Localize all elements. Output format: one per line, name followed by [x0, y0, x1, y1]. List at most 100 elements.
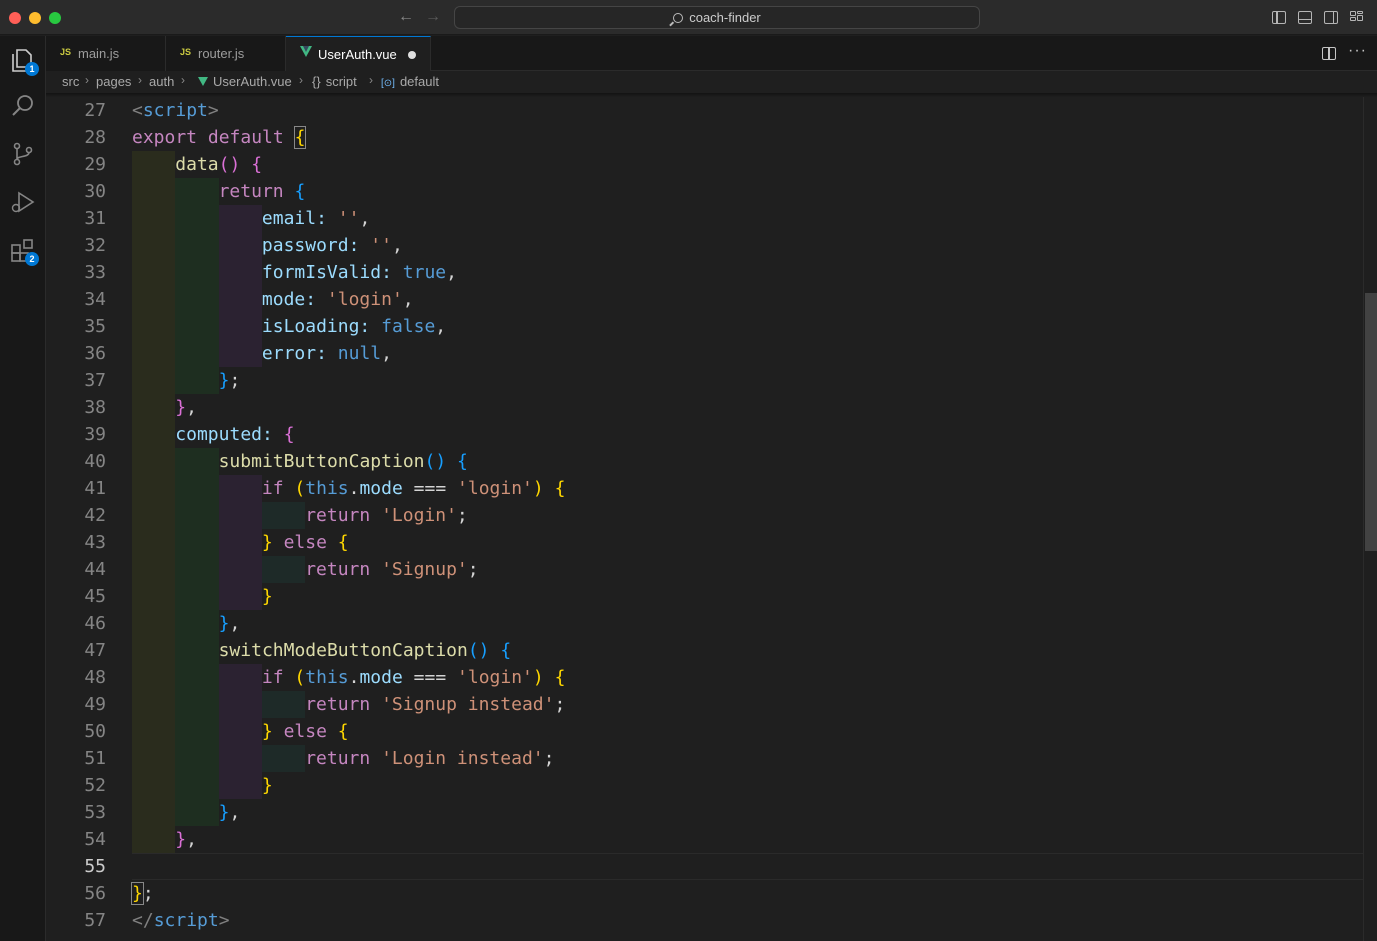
- search-view-icon[interactable]: [9, 92, 37, 120]
- indent-guide: [218, 340, 262, 367]
- scrollbar-thumb[interactable]: [1365, 293, 1377, 551]
- line-number: 39: [84, 424, 106, 445]
- split-editor-icon[interactable]: [1322, 47, 1336, 60]
- tab-main-js[interactable]: JS main.js: [46, 36, 166, 71]
- line-number: 38: [84, 397, 106, 418]
- indent-guide: [218, 475, 262, 502]
- indent-guide: [175, 529, 219, 556]
- indent-guide: [132, 637, 176, 664]
- code-line: if (this.mode === 'login') {: [261, 667, 566, 688]
- explorer-icon[interactable]: 1: [9, 46, 39, 76]
- indent-guide: [261, 745, 306, 772]
- line-number: 51: [84, 748, 106, 769]
- indent-guide: [132, 610, 176, 637]
- source-control-icon[interactable]: [9, 140, 37, 168]
- code-line: } else {: [261, 532, 349, 553]
- line-number: 47: [84, 640, 106, 661]
- line-number: 52: [84, 775, 106, 796]
- vertical-scrollbar[interactable]: [1363, 97, 1377, 941]
- indent-guide: [132, 664, 176, 691]
- indent-guide: [175, 178, 219, 205]
- chevron-right-icon: ›: [299, 73, 303, 87]
- code-line: password: '',: [261, 235, 403, 256]
- indent-guide: [175, 691, 219, 718]
- line-number: 43: [84, 532, 106, 553]
- indent-guide: [175, 340, 219, 367]
- breadcrumb-file[interactable]: UserAuth.vue: [198, 74, 292, 89]
- indent-guide: [261, 502, 306, 529]
- indent-guide: [132, 745, 176, 772]
- code-editor[interactable]: 27 28 29 30 31 32 33 34 35 36 37 38 39 40 41 42 43 44 45 46…: [46, 97, 1377, 941]
- code-line: },: [218, 802, 241, 823]
- more-actions-icon[interactable]: ···: [1348, 42, 1367, 60]
- indent-guide: [132, 286, 176, 313]
- back-arrow-icon[interactable]: ←: [398, 8, 414, 26]
- toggle-panel-icon[interactable]: [1298, 11, 1312, 24]
- chevron-right-icon: ›: [85, 73, 89, 87]
- toggle-secondary-sidebar-icon[interactable]: [1324, 11, 1338, 24]
- unsaved-dot-icon[interactable]: [408, 51, 416, 59]
- code-line: <script>: [132, 100, 219, 121]
- code-line: data() {: [175, 154, 263, 175]
- tab-router-js[interactable]: JS router.js: [166, 36, 286, 71]
- indent-guide: [132, 448, 176, 475]
- indent-guide: [218, 502, 262, 529]
- customize-layout-icon[interactable]: [1350, 11, 1364, 24]
- line-number: 45: [84, 586, 106, 607]
- breadcrumb-default[interactable]: [⊙] default: [381, 74, 439, 89]
- indent-guide: [218, 529, 262, 556]
- tab-userauth-vue[interactable]: UserAuth.vue: [286, 36, 431, 72]
- indent-guide: [175, 232, 219, 259]
- line-number: 28: [84, 127, 106, 148]
- code-line: computed: {: [175, 424, 295, 445]
- breadcrumb-pages[interactable]: pages: [96, 74, 131, 89]
- indent-guide: [175, 664, 219, 691]
- indent-guide: [132, 178, 176, 205]
- indent-guide: [132, 691, 176, 718]
- code-line: }: [261, 586, 273, 607]
- code-line: }: [261, 775, 273, 796]
- indent-guide: [175, 286, 219, 313]
- run-debug-icon[interactable]: [9, 188, 37, 216]
- code-area[interactable]: <script> export default { data() { retur…: [131, 97, 1363, 941]
- symbol-variable-icon: [⊙]: [381, 78, 395, 89]
- code-line: return 'Login';: [305, 505, 468, 526]
- line-number: 46: [84, 613, 106, 634]
- toggle-primary-sidebar-icon[interactable]: [1272, 11, 1286, 24]
- indent-guide: [132, 340, 176, 367]
- tab-label: UserAuth.vue: [318, 47, 397, 62]
- forward-arrow-icon[interactable]: →: [425, 8, 441, 26]
- explorer-badge: 1: [25, 62, 39, 76]
- indent-guide: [218, 259, 262, 286]
- line-number-gutter: 27 28 29 30 31 32 33 34 35 36 37 38 39 40 41 42 43 44 45 46…: [46, 97, 124, 941]
- indent-guide: [132, 259, 176, 286]
- search-text: coach-finder: [689, 10, 761, 25]
- chevron-right-icon: ›: [181, 73, 185, 87]
- indent-guide: [175, 772, 219, 799]
- activity-bar: 1 2: [0, 36, 46, 941]
- minimize-window-button[interactable]: [29, 12, 41, 24]
- indent-guide: [132, 799, 176, 826]
- indent-guide: [175, 556, 219, 583]
- command-center-search[interactable]: coach-finder: [454, 6, 980, 29]
- indent-guide: [218, 583, 262, 610]
- line-number: 42: [84, 505, 106, 526]
- code-line: formIsValid: true,: [261, 262, 457, 283]
- indent-guide: [132, 232, 176, 259]
- code-line: return {: [218, 181, 306, 202]
- code-line: submitButtonCaption() {: [218, 451, 468, 472]
- search-icon: [673, 13, 684, 23]
- extensions-icon[interactable]: 2: [9, 236, 39, 266]
- code-line: },: [218, 613, 241, 634]
- code-line: return 'Signup instead';: [305, 694, 566, 715]
- line-number: 36: [84, 343, 106, 364]
- breadcrumb-src[interactable]: src: [62, 74, 79, 89]
- maximize-window-button[interactable]: [49, 12, 61, 24]
- line-number: 32: [84, 235, 106, 256]
- code-line: return 'Signup';: [305, 559, 479, 580]
- breadcrumb-auth[interactable]: auth: [149, 74, 174, 89]
- breadcrumb-file-label: UserAuth.vue: [213, 74, 292, 89]
- close-window-button[interactable]: [9, 12, 21, 24]
- breadcrumb-script[interactable]: {} script: [312, 74, 357, 89]
- chevron-right-icon: ›: [369, 73, 373, 87]
